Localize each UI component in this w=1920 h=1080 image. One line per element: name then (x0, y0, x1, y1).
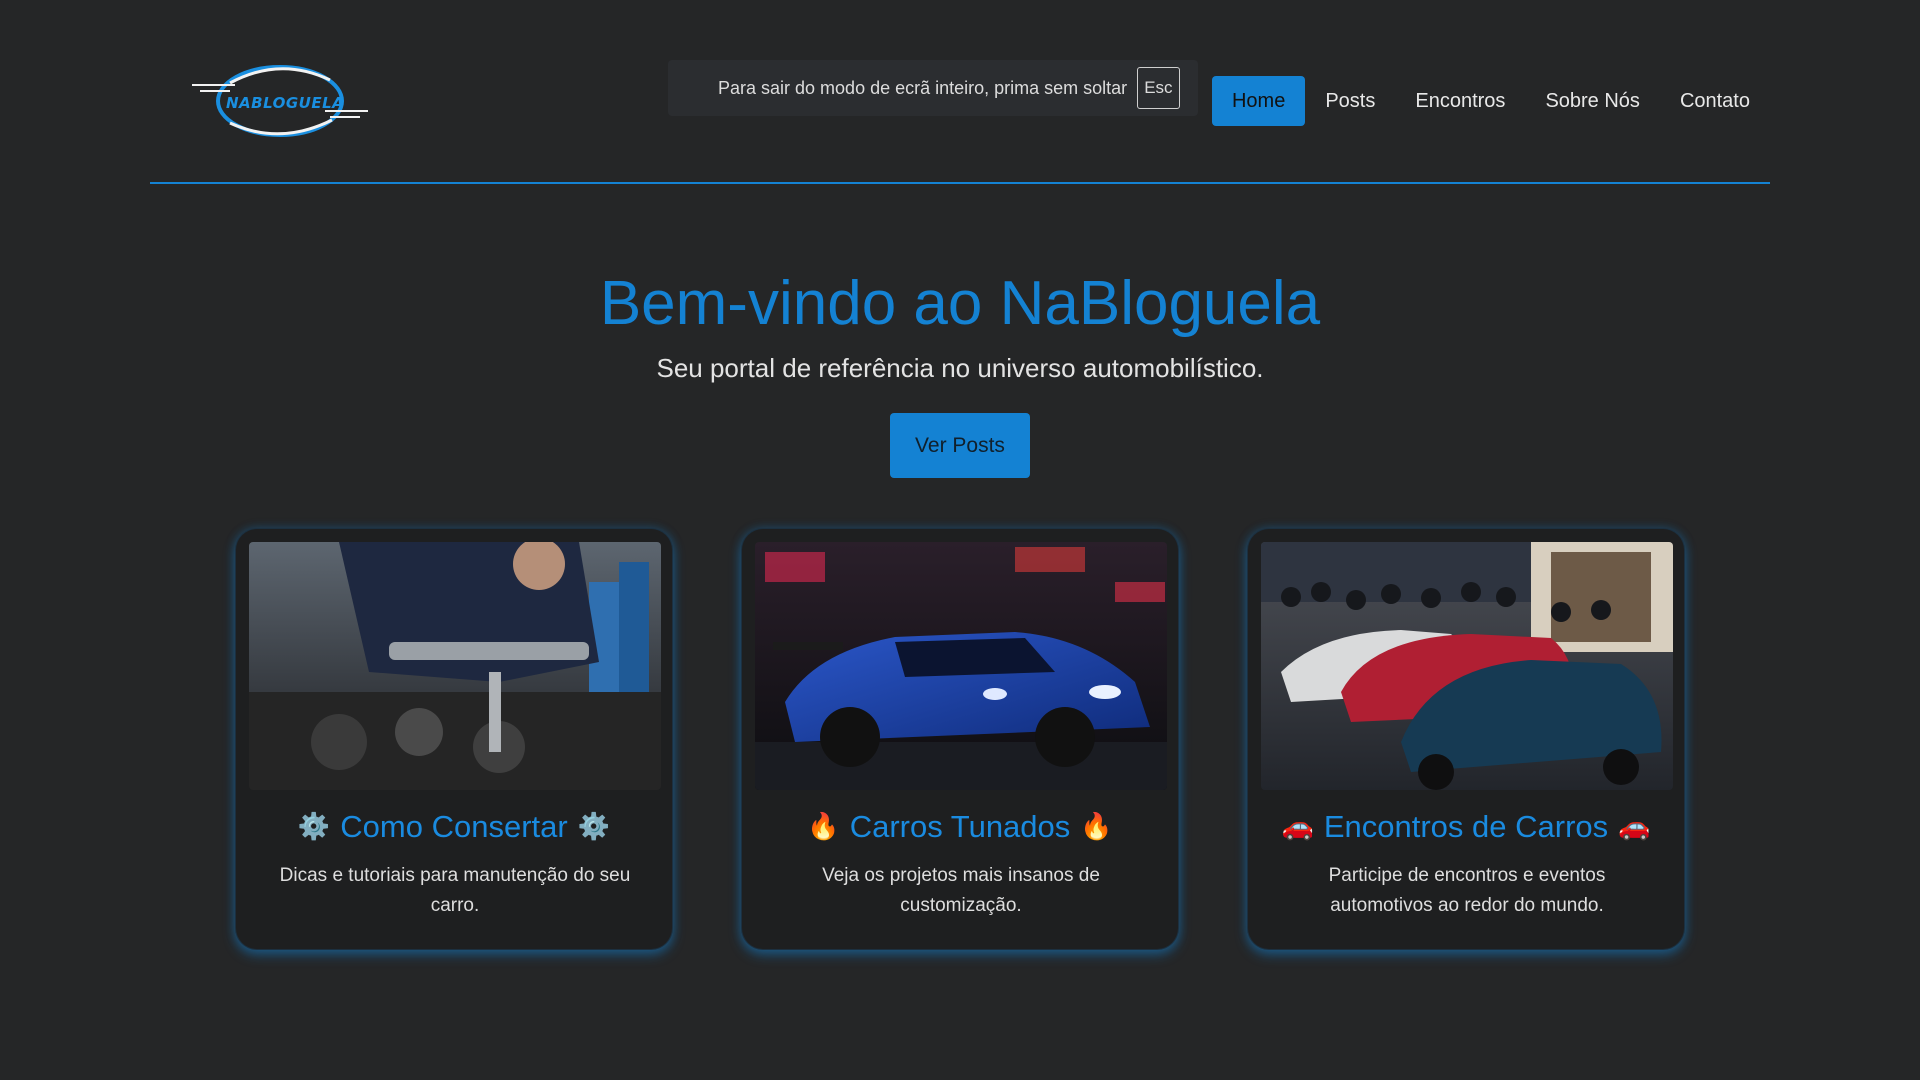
car-icon: 🚗 (1281, 811, 1314, 841)
card-carros-tunados[interactable]: 🔥 Carros Tunados 🔥 Veja os projetos mais i… (741, 528, 1179, 950)
card-description: Veja os projetos mais insanos de customi… (822, 865, 1100, 916)
card-encontros-de-carros[interactable]: 🚗 Encontros de Carros 🚗 Participe de encon… (1247, 528, 1685, 950)
card-title: 🚗 Encontros de Carros 🚗 (1248, 809, 1684, 845)
card-image-mechanic (249, 542, 661, 790)
card-como-consertar[interactable]: ⚙️ Como Consertar ⚙️ Dicas e tutoriais par… (235, 528, 673, 950)
card-image-car-meet (1261, 542, 1673, 790)
fire-icon: 🔥 (807, 811, 840, 841)
site-logo[interactable]: NABLOGUELA (190, 58, 370, 143)
card-image-tuned-car (755, 542, 1167, 790)
esc-key-badge: Esc (1137, 67, 1180, 109)
fire-icon: 🔥 (1080, 811, 1113, 841)
nav-encontros[interactable]: Encontros (1395, 76, 1525, 126)
hero-title: Bem-vindo ao NaBloguela (599, 269, 1321, 338)
card-description: Dicas e tutoriais para manutenção do seu… (279, 865, 631, 916)
fullscreen-exit-notice: Para sair do modo de ecrã inteiro, prima… (668, 60, 1198, 116)
card-title-text: Encontros de Carros (1323, 809, 1609, 844)
card-title: 🔥 Carros Tunados 🔥 (742, 809, 1178, 845)
logo-text: NABLOGUELA (226, 94, 345, 112)
gear-icon: ⚙️ (297, 811, 331, 841)
nav-sobre-nos[interactable]: Sobre Nós (1525, 76, 1660, 126)
gear-icon: ⚙️ (577, 811, 611, 841)
fullscreen-notice-message: Para sair do modo de ecrã inteiro, prima… (718, 77, 1128, 98)
card-title-text: Carros Tunados (849, 809, 1071, 844)
nav-home[interactable]: Home (1211, 76, 1306, 126)
card-title-text: Como Consertar (340, 809, 568, 844)
card-title: ⚙️ Como Consertar ⚙️ (236, 809, 672, 845)
ver-posts-button[interactable]: Ver Posts (890, 413, 1030, 478)
page: NABLOGUELA Home Posts Encontros Sobre Nó… (0, 0, 1920, 1080)
nav-contato[interactable]: Contato (1660, 76, 1770, 126)
card-description: Participe de encontros e eventos automot… (1328, 865, 1606, 916)
car-icon: 🚗 (1618, 811, 1651, 841)
hero-subtitle: Seu portal de referência no universo aut… (656, 353, 1264, 383)
main-nav: Home Posts Encontros Sobre Nós Contato (1211, 76, 1770, 126)
nav-posts[interactable]: Posts (1305, 76, 1395, 126)
